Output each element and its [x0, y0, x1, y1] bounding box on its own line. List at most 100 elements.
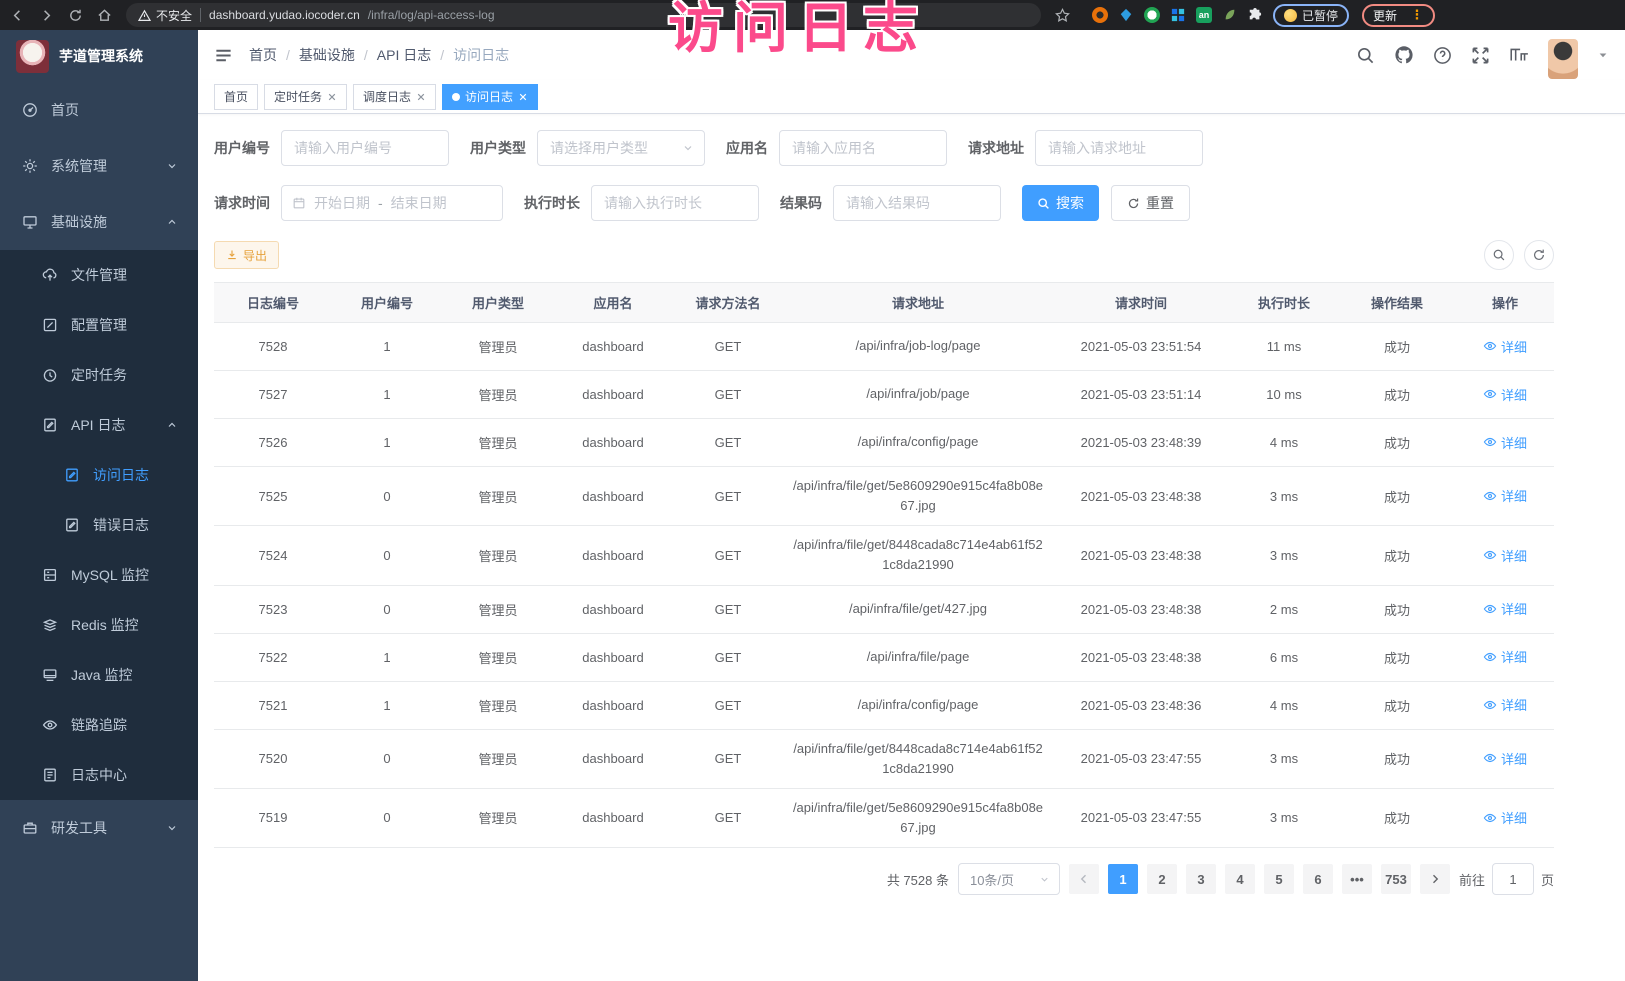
sidebar-item-error-log[interactable]: 错误日志	[0, 500, 198, 550]
prev-page-button[interactable]	[1069, 864, 1099, 894]
pager-page-button[interactable]: 4	[1225, 864, 1255, 894]
cell-app: dashboard	[554, 585, 672, 633]
kebab-menu-icon[interactable]: ⋮	[1410, 7, 1424, 23]
extension-an-badge-icon[interactable]: an	[1196, 7, 1212, 23]
extension-blue-cluster-icon[interactable]	[1171, 8, 1185, 22]
font-size-icon[interactable]	[1509, 45, 1529, 65]
bookmark-star-icon[interactable]	[1055, 8, 1070, 23]
reload-icon[interactable]	[68, 8, 83, 23]
extension-green-circle-icon[interactable]	[1144, 7, 1160, 23]
table-row: 75230管理员dashboardGET/api/infra/file/get/…	[214, 585, 1554, 633]
detail-link[interactable]: 详细	[1483, 647, 1527, 666]
close-icon[interactable]	[416, 92, 426, 102]
goto-page-input[interactable]	[1492, 863, 1534, 895]
tab-label: 调度日志	[363, 88, 411, 105]
sidebar-item-infra[interactable]: 基础设施	[0, 194, 198, 250]
next-page-button[interactable]	[1420, 864, 1450, 894]
pager-page-button[interactable]: 753	[1381, 864, 1411, 894]
sidebar-item-access-log[interactable]: 访问日志	[0, 450, 198, 500]
cell-user_id: 0	[332, 788, 442, 847]
detail-link[interactable]: 详细	[1483, 337, 1527, 356]
pager-page-button[interactable]: 3	[1186, 864, 1216, 894]
close-icon[interactable]	[327, 92, 337, 102]
pager-page-button[interactable]: 5	[1264, 864, 1294, 894]
detail-link[interactable]: 详细	[1483, 433, 1527, 452]
detail-link[interactable]: 详细	[1483, 385, 1527, 404]
sidebar-item-dashboard[interactable]: 首页	[0, 82, 198, 138]
table-row: 75281管理员dashboardGET/api/infra/job-log/p…	[214, 323, 1554, 371]
result-code-input[interactable]	[833, 185, 1001, 221]
caret-down-icon[interactable]	[1597, 49, 1609, 61]
user-id-input[interactable]	[281, 130, 449, 166]
detail-link[interactable]: 详细	[1483, 749, 1527, 768]
request-time-range-picker[interactable]: 开始日期 - 结束日期	[281, 185, 503, 221]
extension-puzzle-icon[interactable]	[1248, 8, 1262, 22]
search-button[interactable]: 搜索	[1022, 185, 1099, 221]
sidebar-item-gear[interactable]: 系统管理	[0, 138, 198, 194]
sidebar-item-mysql[interactable]: MySQL 监控	[0, 550, 198, 600]
page-size-select[interactable]: 10条/页	[958, 863, 1060, 895]
chevron-down-icon	[1039, 874, 1050, 885]
request-url-input[interactable]	[1035, 130, 1203, 166]
search-icon[interactable]	[1356, 46, 1375, 65]
pager-page-button[interactable]: 6	[1303, 864, 1333, 894]
extension-leaf-icon[interactable]	[1223, 8, 1237, 22]
tab-active[interactable]: 访问日志	[442, 84, 538, 110]
duration-input[interactable]	[591, 185, 759, 221]
detail-link[interactable]: 详细	[1483, 546, 1527, 565]
sidebar-item-api-log[interactable]: API 日志	[0, 400, 198, 450]
paused-badge[interactable]: 已暂停	[1273, 4, 1349, 27]
home-icon[interactable]	[97, 8, 112, 23]
help-icon[interactable]	[1433, 46, 1452, 65]
tab-item[interactable]: 首页	[214, 84, 258, 110]
top-navbar: 首页/基础设施/API 日志/访问日志	[198, 30, 1625, 80]
chevron-up-icon	[166, 216, 178, 228]
sidebar-item-cloud-upload[interactable]: 文件管理	[0, 250, 198, 300]
user-avatar[interactable]	[1548, 39, 1578, 79]
detail-link[interactable]: 详细	[1483, 486, 1527, 505]
github-icon[interactable]	[1394, 45, 1414, 65]
sidebar-item-trace[interactable]: 链路追踪	[0, 700, 198, 750]
chevron-up-icon	[166, 419, 178, 431]
breadcrumb-item[interactable]: 访问日志	[453, 45, 509, 65]
tab-item[interactable]: 调度日志	[353, 84, 436, 110]
table-refresh-button[interactable]	[1524, 240, 1554, 270]
update-button[interactable]: 更新 ⋮	[1362, 4, 1435, 27]
cell-app: dashboard	[554, 681, 672, 729]
sidebar-item-redis[interactable]: Redis 监控	[0, 600, 198, 650]
pager-ellipsis[interactable]: •••	[1342, 864, 1372, 894]
dashboard-icon	[22, 102, 38, 118]
close-icon[interactable]	[518, 92, 528, 102]
app-name-input[interactable]	[779, 130, 947, 166]
sidebar-logo[interactable]: 芋道管理系统	[0, 30, 198, 82]
sidebar-item-tools[interactable]: 研发工具	[0, 800, 198, 856]
detail-link[interactable]: 详细	[1483, 695, 1527, 714]
table-row: 75271管理员dashboardGET/api/infra/job/page2…	[214, 371, 1554, 419]
export-button[interactable]: 导出	[214, 241, 279, 269]
tab-item[interactable]: 定时任务	[264, 84, 347, 110]
pager-page-button[interactable]: 2	[1147, 864, 1177, 894]
eye-icon	[1483, 811, 1497, 825]
breadcrumb-item[interactable]: API 日志	[377, 45, 431, 65]
extension-diamond-icon[interactable]	[1119, 8, 1133, 22]
detail-link[interactable]: 详细	[1483, 599, 1527, 618]
sidebar-item-timer[interactable]: 定时任务	[0, 350, 198, 400]
table-row: 75261管理员dashboardGET/api/infra/config/pa…	[214, 419, 1554, 467]
extension-orange-icon[interactable]	[1092, 7, 1108, 23]
hamburger-icon[interactable]	[214, 46, 233, 65]
fullscreen-icon[interactable]	[1471, 46, 1490, 65]
sidebar-item-config[interactable]: 配置管理	[0, 300, 198, 350]
sidebar-item-java[interactable]: Java 监控	[0, 650, 198, 700]
forward-icon[interactable]	[39, 8, 54, 23]
address-bar[interactable]: 不安全 dashboard.yudao.iocoder.cn/infra/log…	[126, 3, 1041, 27]
pager-page-button[interactable]: 1	[1108, 864, 1138, 894]
table-search-toggle-button[interactable]	[1484, 240, 1514, 270]
sidebar-item-label: MySQL 监控	[71, 565, 149, 585]
detail-link[interactable]: 详细	[1483, 808, 1527, 827]
breadcrumb-item[interactable]: 首页	[249, 45, 277, 65]
back-icon[interactable]	[10, 8, 25, 23]
sidebar-item-log-center[interactable]: 日志中心	[0, 750, 198, 800]
user-type-select[interactable]: 请选择用户类型	[537, 130, 705, 166]
reset-button[interactable]: 重置	[1111, 185, 1190, 221]
breadcrumb-item[interactable]: 基础设施	[299, 45, 355, 65]
